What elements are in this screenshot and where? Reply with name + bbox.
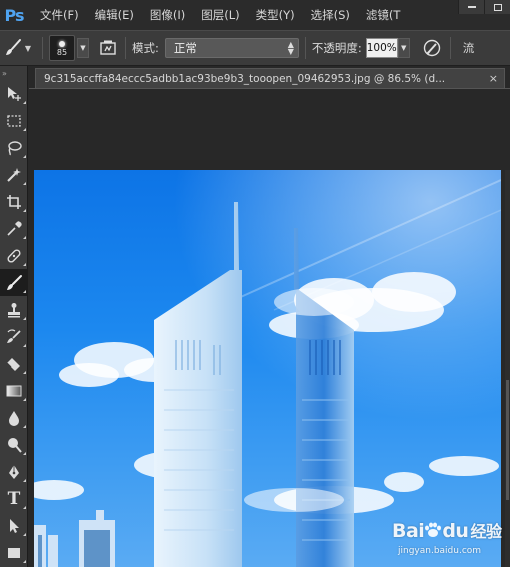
menu-layer[interactable]: 图层(L) [199, 5, 241, 25]
bandage-icon [7, 248, 21, 263]
menu-bar: Ps 文件(F) 编辑(E) 图像(I) 图层(L) 类型(Y) 选择(S) 滤… [0, 0, 510, 30]
divider [125, 37, 126, 59]
divider [304, 37, 306, 59]
watermark-brand: Bai du 经验 [392, 518, 502, 542]
pressure-opacity-button[interactable] [420, 36, 444, 60]
move-icon [8, 86, 21, 101]
flow-label: 流 [462, 41, 475, 55]
eyedropper-tool[interactable] [0, 215, 28, 242]
clone-stamp-tool[interactable] [0, 296, 28, 323]
window-controls [458, 0, 510, 14]
tablet-pressure-icon [423, 39, 440, 57]
menu-image[interactable]: 图像(I) [148, 5, 187, 25]
paw-icon [425, 522, 442, 537]
maximize-button[interactable] [484, 0, 510, 14]
blend-mode-value: 正常 [173, 41, 197, 55]
baidu-watermark: Bai du 经验 jingyan.baidu.com [392, 510, 507, 562]
brush-icon [7, 274, 22, 290]
brush-size-dropdown[interactable]: ▼ [77, 38, 89, 58]
mode-label: 模式: [132, 41, 159, 55]
opacity-label: 不透明度: [311, 41, 362, 55]
type-tool[interactable]: T [0, 485, 28, 512]
history-brush-icon [7, 328, 21, 343]
menu-file[interactable]: 文件(F) [38, 5, 81, 25]
blur-icon [9, 410, 19, 426]
minimize-button[interactable] [458, 0, 484, 14]
menu-type[interactable]: 类型(Y) [254, 5, 297, 25]
brush-tool[interactable] [0, 269, 28, 296]
document-tab-title: 9c315accffa84eccc5adbb1ac93be9b3_tooopen… [44, 72, 446, 85]
menu-filter[interactable]: 滤镜(T [364, 5, 403, 25]
pen-icon [9, 464, 19, 479]
healing-brush-tool[interactable] [0, 242, 28, 269]
magic-wand-icon [7, 167, 21, 182]
gradient-icon [6, 385, 22, 396]
blur-tool[interactable] [0, 404, 28, 431]
crop-icon [7, 194, 21, 209]
toggle-brush-panel-button[interactable] [97, 37, 119, 59]
document-area: 9c315accffa84eccc5adbb1ac93be9b3_tooopen… [29, 66, 510, 567]
dodge-icon [8, 437, 22, 453]
eyedropper-icon [7, 220, 22, 236]
menu-edit[interactable]: 编辑(E) [93, 5, 136, 25]
divider [449, 37, 451, 59]
document-tab[interactable]: 9c315accffa84eccc5adbb1ac93be9b3_tooopen… [35, 68, 505, 88]
watermark-brand-bai: Bai [392, 520, 425, 542]
type-icon: T [7, 488, 21, 509]
pen-tool[interactable] [0, 458, 28, 485]
crop-tool[interactable] [0, 188, 28, 215]
lasso-icon [8, 140, 22, 155]
scrollbar-thumb[interactable] [506, 380, 509, 500]
stamp-icon [8, 302, 20, 317]
move-tool[interactable] [0, 80, 28, 107]
blend-mode-select[interactable]: 正常 ▲ ▼ [164, 38, 299, 58]
maximize-icon [493, 3, 502, 11]
eraser-tool[interactable] [0, 350, 28, 377]
image-canvas[interactable] [34, 170, 501, 567]
tools-panel: » T [0, 66, 28, 567]
minimize-icon [467, 6, 476, 8]
panel-collapse-icon[interactable]: » [0, 66, 27, 80]
rectangle-tool[interactable] [0, 539, 28, 566]
brush-preset-icon [6, 39, 21, 55]
marquee-icon [7, 114, 21, 127]
brush-panel-icon [100, 40, 116, 55]
canvas-image [34, 170, 501, 567]
gradient-tool[interactable] [0, 377, 28, 404]
vertical-scrollbar[interactable] [505, 170, 510, 567]
watermark-brand-du: du [442, 520, 469, 542]
watermark-url: jingyan.baidu.com [398, 546, 482, 556]
watermark-jingyan: 经验 [470, 522, 502, 541]
photoshop-logo: Ps [4, 5, 25, 25]
brush-size-value: 85 [56, 48, 68, 57]
lasso-tool[interactable] [0, 134, 28, 161]
brush-size-picker[interactable]: 85 [49, 35, 75, 61]
divider [29, 88, 510, 89]
dodge-tool[interactable] [0, 431, 28, 458]
chevron-down-icon: ▼ [24, 43, 32, 53]
divider [42, 37, 43, 59]
path-selection-tool[interactable] [0, 512, 28, 539]
rectangle-icon [8, 547, 20, 558]
opacity-slider-button[interactable]: ▼ [397, 38, 410, 58]
tool-preset-picker[interactable]: ▼ [0, 38, 36, 58]
updown-arrow-icon: ▲ ▼ [287, 40, 294, 56]
history-brush-tool[interactable] [0, 323, 28, 350]
opacity-input[interactable]: 100% [365, 38, 398, 58]
magic-wand-tool[interactable] [0, 161, 28, 188]
menu-select[interactable]: 选择(S) [309, 5, 352, 25]
options-bar: ▼ 85 ▼ 模式: 正常 ▲ ▼ 不透明度: 100% ▼ 流 [0, 30, 510, 66]
close-icon[interactable]: × [489, 72, 498, 85]
marquee-tool[interactable] [0, 107, 28, 134]
brush-tip-icon [59, 41, 65, 47]
path-select-icon [10, 518, 19, 533]
eraser-icon [6, 357, 20, 371]
